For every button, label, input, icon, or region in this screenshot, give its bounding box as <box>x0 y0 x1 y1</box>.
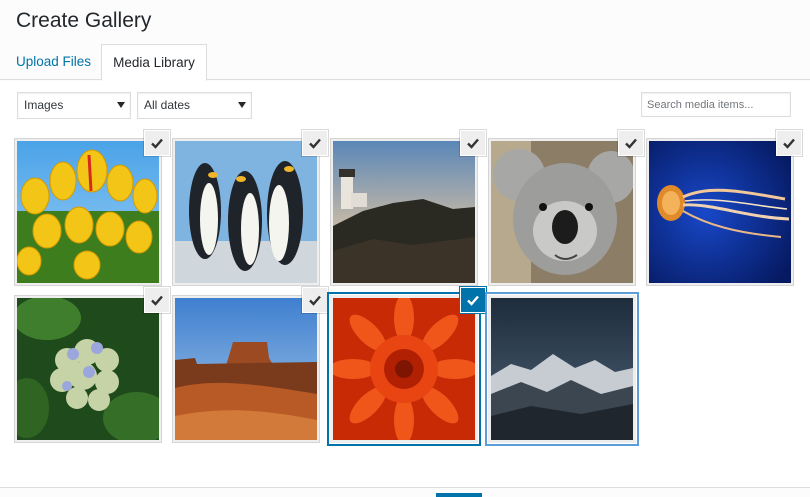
chevron-down-icon <box>238 102 246 108</box>
chevron-down-icon <box>117 102 125 108</box>
attachment-thumbnail-selected[interactable] <box>330 288 485 443</box>
checkmark-button[interactable] <box>145 288 169 312</box>
check-icon <box>309 295 321 306</box>
search-media-input[interactable] <box>641 92 791 117</box>
chrysanthemum-image <box>333 298 475 440</box>
checkmark-button[interactable] <box>145 131 169 155</box>
penguins-image <box>175 141 317 283</box>
checkmark-button[interactable] <box>777 131 801 155</box>
hydrangeas-image <box>17 298 159 440</box>
date-filter[interactable]: All dates <box>137 92 252 119</box>
attachment-thumbnail[interactable] <box>646 131 801 286</box>
checkmark-button[interactable] <box>303 131 327 155</box>
progress-indicator <box>436 493 482 497</box>
koala-image <box>491 141 633 283</box>
date-filter-value: All dates <box>144 98 191 112</box>
check-icon <box>151 295 163 306</box>
check-icon <box>309 138 321 149</box>
check-icon <box>783 138 795 149</box>
toolbar-divider <box>0 487 810 497</box>
attachment-thumbnail[interactable] <box>172 288 327 443</box>
jellyfish-image <box>649 141 791 283</box>
desert-image <box>175 298 317 440</box>
media-type-filter-value: Images <box>24 98 64 112</box>
attachment-thumbnail[interactable] <box>14 131 169 286</box>
check-icon <box>467 295 479 306</box>
modal-title: Create Gallery <box>16 9 152 32</box>
attachment-thumbnail[interactable] <box>330 131 485 286</box>
attachment-thumbnail[interactable] <box>14 288 169 443</box>
router-tabs: Upload Files Media Library <box>0 44 810 81</box>
checkmark-button[interactable] <box>461 131 485 155</box>
check-icon <box>151 138 163 149</box>
checkmark-button[interactable] <box>461 288 485 312</box>
checkmark-button[interactable] <box>619 131 643 155</box>
checkmark-button[interactable] <box>303 288 327 312</box>
media-type-filter[interactable]: Images <box>17 92 131 119</box>
attachments-browser: Images All dates <box>0 81 810 487</box>
check-icon <box>467 138 479 149</box>
lighthouse-image <box>333 141 475 283</box>
tab-media-library[interactable]: Media Library <box>101 44 207 81</box>
tab-upload-files[interactable]: Upload Files <box>16 44 91 80</box>
check-icon <box>625 138 637 149</box>
attachment-thumbnail[interactable] <box>172 131 327 286</box>
tulips-image <box>17 141 159 283</box>
attachment-thumbnail-focused[interactable] <box>488 295 636 443</box>
attachment-thumbnail[interactable] <box>488 131 643 286</box>
mountains-image <box>491 298 633 440</box>
